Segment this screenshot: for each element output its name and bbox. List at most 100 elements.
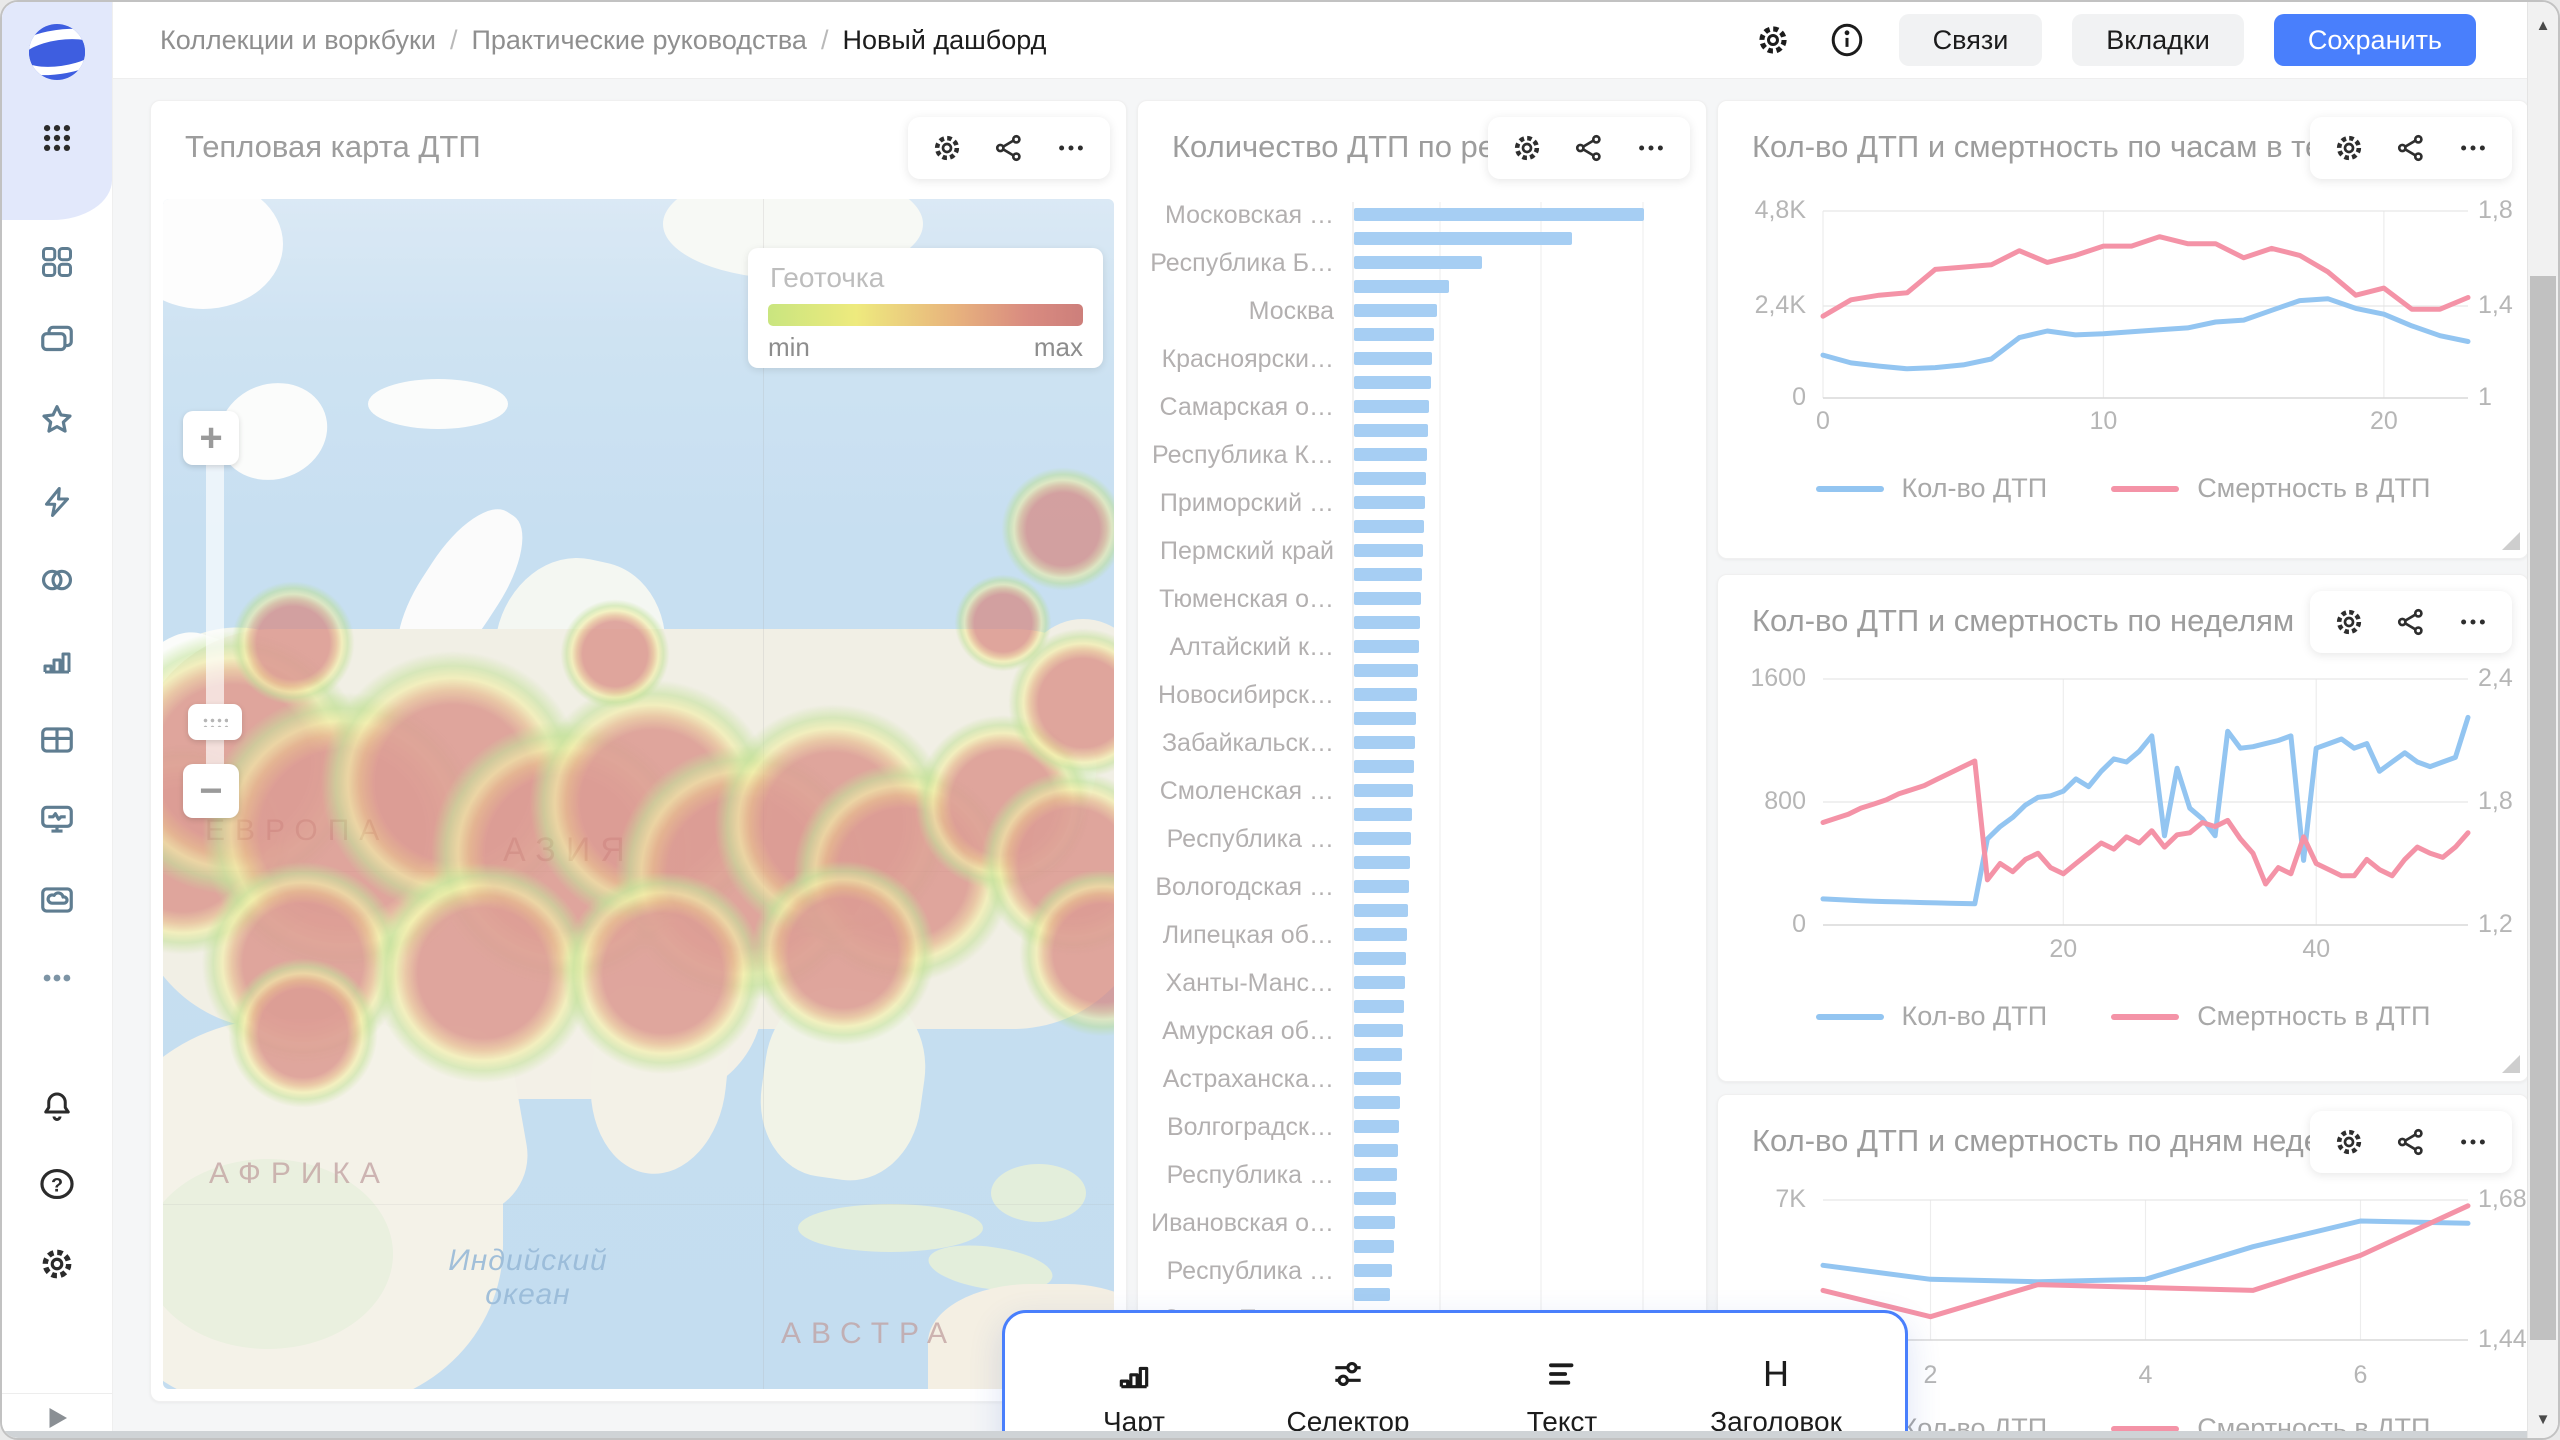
bar: [1354, 400, 1429, 413]
add-selector-button[interactable]: Селектор: [1263, 1354, 1433, 1438]
add-text-button[interactable]: Текст: [1477, 1354, 1647, 1438]
widget-bar-chart: Количество ДТП по рег… Московская …Респу…: [1137, 100, 1707, 1402]
bar-label: Алтайский к…: [1138, 633, 1334, 662]
y-left-tick: 800: [1718, 787, 1806, 816]
bar: [1354, 832, 1411, 845]
widget-settings-gear-icon[interactable]: [1502, 123, 1552, 173]
dashboard-edit-toolbar: Чарт Селектор Текст H Заголовок: [1002, 1310, 1908, 1440]
sidebar-item-monitoring-icon[interactable]: [2, 796, 112, 844]
svg-text:?: ?: [51, 1174, 63, 1196]
heading-icon: H: [1763, 1354, 1789, 1394]
map-zoom-slider-handle[interactable]: [188, 704, 242, 740]
chart-icon: [1115, 1354, 1153, 1394]
widget-more-icon[interactable]: [2448, 597, 2498, 647]
scroll-up-icon[interactable]: ▲: [2528, 10, 2558, 40]
legend-item-mortality[interactable]: Смертность в ДТП: [2111, 1001, 2430, 1032]
widget-links-icon[interactable]: [2386, 597, 2436, 647]
x-tick: 10: [2073, 407, 2133, 436]
map-zoom-slider-track[interactable]: [206, 437, 224, 797]
bar: [1354, 568, 1422, 581]
bar: [1354, 664, 1418, 677]
sidebar-item-datasets-icon[interactable]: [2, 716, 112, 764]
sidebar-item-editor-icon[interactable]: [2, 478, 112, 526]
widget-title: Тепловая карта ДТП: [185, 129, 481, 165]
bar-label: Амурская об…: [1138, 1017, 1334, 1046]
widget-more-icon[interactable]: [2448, 123, 2498, 173]
widget-actions: [2310, 591, 2512, 653]
widget-resize-handle[interactable]: [2502, 1055, 2520, 1073]
vertical-scrollbar[interactable]: ▲ ▼: [2527, 2, 2558, 1440]
sidebar-item-more-icon[interactable]: [2, 954, 112, 1002]
bar: [1354, 232, 1572, 245]
info-icon[interactable]: [1825, 18, 1869, 62]
bar: [1354, 904, 1408, 917]
tabs-button[interactable]: Вкладки: [2072, 14, 2244, 66]
help-icon[interactable]: ?: [2, 1160, 112, 1208]
app-window: ? Коллекции и воркбуки / Практические ру…: [0, 0, 2560, 1440]
bar: [1354, 928, 1407, 941]
widget-links-icon[interactable]: [2386, 123, 2436, 173]
widget-links-icon[interactable]: [984, 123, 1034, 173]
bar-label: Республика …: [1138, 825, 1334, 854]
bar-label: Приморский …: [1138, 489, 1334, 518]
bar: [1354, 976, 1405, 989]
bar: [1354, 1120, 1399, 1133]
heatmap-map[interactable]: ЕВРОПА АЗИЯ АФРИКА Индийскийокеан АВСТРА…: [163, 199, 1114, 1389]
series-line-accidents: [1823, 299, 2468, 369]
bar: [1354, 808, 1412, 821]
apps-grid-icon[interactable]: [2, 114, 112, 162]
widget-settings-gear-icon[interactable]: [2324, 123, 2374, 173]
widget-resize-handle[interactable]: [2502, 532, 2520, 550]
legend-item-mortality[interactable]: Смертность в ДТП: [2111, 473, 2430, 504]
bar: [1354, 544, 1423, 557]
chart-legend: Кол-во ДТП Смертность в ДТП: [1718, 1001, 2528, 1032]
bar: [1354, 592, 1421, 605]
links-button[interactable]: Связи: [1899, 14, 2043, 66]
sidebar-item-charts-icon[interactable]: [2, 636, 112, 684]
legend-item-accidents[interactable]: Кол-во ДТП: [1816, 1001, 2048, 1032]
x-tick: 20: [2033, 935, 2093, 964]
legend-item-accidents[interactable]: Кол-во ДТП: [1816, 473, 2048, 504]
bar: [1354, 1168, 1397, 1181]
selector-sliders-icon: [1329, 1354, 1367, 1394]
scrollbar-thumb[interactable]: [2530, 276, 2556, 1340]
widget-settings-gear-icon[interactable]: [2324, 1117, 2374, 1167]
scroll-down-icon[interactable]: ▼: [2528, 1404, 2558, 1434]
widget-heatmap: Тепловая карта ДТП: [150, 100, 1127, 1402]
bar: [1354, 304, 1437, 317]
widget-more-icon[interactable]: [1626, 123, 1676, 173]
series-line-mortality: [1823, 237, 2468, 317]
bar: [1354, 760, 1414, 773]
sidebar-item-favorites-icon[interactable]: [2, 396, 112, 444]
settings-gear-icon[interactable]: [2, 1240, 112, 1288]
widget-settings-gear-icon[interactable]: [2324, 597, 2374, 647]
dashboard-settings-gear-icon[interactable]: [1751, 18, 1795, 62]
map-zoom-in-button[interactable]: +: [183, 411, 239, 465]
bar: [1354, 424, 1428, 437]
bar: [1354, 1288, 1390, 1301]
top-bar: Коллекции и воркбуки / Практические руко…: [112, 2, 2532, 79]
sidebar-item-connections-icon[interactable]: [2, 556, 112, 604]
y-right-tick: 1: [2478, 383, 2492, 412]
x-tick: 20: [2354, 407, 2414, 436]
sidebar-item-storage-icon[interactable]: [2, 876, 112, 924]
widget-links-icon[interactable]: [1564, 123, 1614, 173]
datalens-logo-icon[interactable]: [29, 24, 85, 80]
widget-settings-gear-icon[interactable]: [922, 123, 972, 173]
widget-links-icon[interactable]: [2386, 1117, 2436, 1167]
bar-label: Москва: [1138, 297, 1334, 326]
sidebar-item-dashboards-icon[interactable]: [2, 238, 112, 286]
widget-more-icon[interactable]: [1046, 123, 1096, 173]
breadcrumb-guides[interactable]: Практические руководства: [471, 25, 806, 56]
add-heading-button[interactable]: H Заголовок: [1691, 1354, 1861, 1438]
map-zoom-out-button[interactable]: −: [183, 764, 239, 818]
notifications-bell-icon[interactable]: [2, 1082, 112, 1130]
sidebar-item-collections-icon[interactable]: [2, 316, 112, 364]
bar: [1354, 1192, 1396, 1205]
save-button[interactable]: Сохранить: [2274, 14, 2476, 66]
x-tick: 2: [1901, 1361, 1961, 1390]
add-chart-button[interactable]: Чарт: [1049, 1354, 1219, 1438]
widget-more-icon[interactable]: [2448, 1117, 2498, 1167]
bar-label: Самарская о…: [1138, 393, 1334, 422]
breadcrumb-collections[interactable]: Коллекции и воркбуки: [160, 25, 436, 56]
